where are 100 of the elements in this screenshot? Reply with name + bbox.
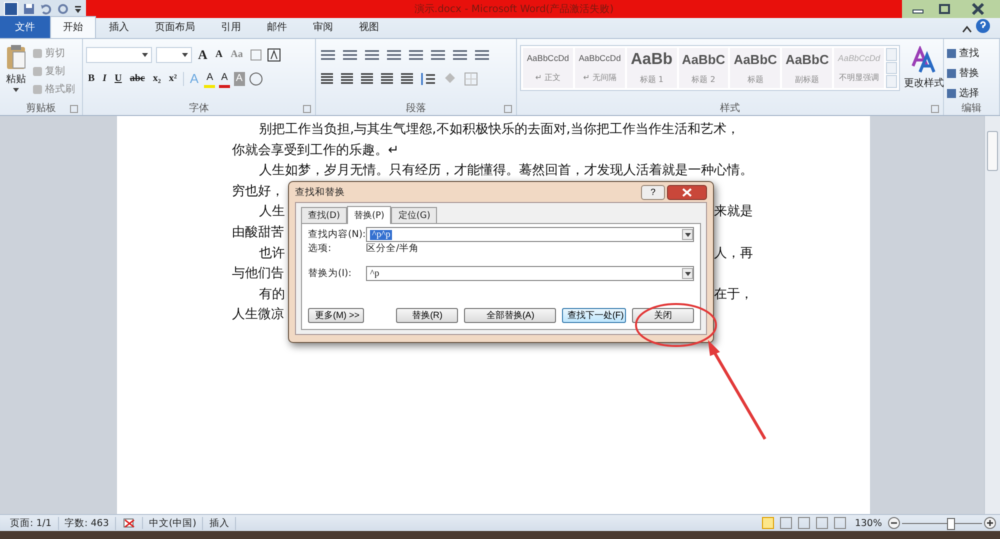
alignment-icon[interactable] [399,72,415,86]
field-label: 替换为(I): [308,267,352,280]
ribbon-tab[interactable]: 开始 [50,16,96,38]
replace-field[interactable]: ^p [366,266,694,281]
document-text: 别把工作当负担,与其生气埋怨,不如积极快乐的去面对,当你把工作当作生活和艺术， [259,121,740,139]
shrink-font-button[interactable]: A [213,48,225,62]
dialog-button[interactable]: 全部替换(A) [464,308,556,323]
format-button[interactable]: x² [166,72,179,86]
reading-view-icon[interactable] [780,517,792,529]
save-icon[interactable] [23,3,35,15]
style-option[interactable]: AaBbC 标题 2 [678,48,728,88]
dialog-tab[interactable]: 查找(D) [301,207,347,223]
style-option[interactable]: AaBbCcDd ↵ 无间隔 [574,48,625,88]
help-icon[interactable] [976,19,990,33]
document-text: 穷也好， [232,182,284,201]
document-text: 人生微凉 [232,306,284,324]
paragraph-tool-icon[interactable] [385,48,403,62]
window-title: 演示.docx - Microsoft Word(产品激活失败) [414,2,614,16]
editing-command[interactable]: 选择 [947,86,996,100]
font-size-field[interactable] [156,47,192,63]
document-text: 也许 [259,244,285,263]
word-logo-icon[interactable] [4,2,18,16]
dialog-button[interactable]: 关闭 [632,308,694,323]
alignment-icon[interactable] [359,72,375,86]
paragraph-tool-icon[interactable] [341,48,359,62]
paragraph-tool-icon[interactable] [407,48,425,62]
paragraph-tool-icon[interactable] [429,48,447,62]
help-button[interactable]: ? [641,184,665,200]
style-option[interactable]: AaBbCcDd ↵ 正文 [523,48,573,88]
close-icon[interactable] [682,188,692,196]
line-spacing-icon[interactable] [419,72,437,86]
document-text: 来就是 [714,203,753,222]
zoom-out-icon[interactable] [888,517,900,529]
editing-command[interactable]: 查找 [947,46,996,60]
font-color-button[interactable]: A [219,70,230,88]
ribbon-tab[interactable]: 邮件 [254,16,300,38]
ribbon-tab[interactable]: 页面布局 [142,16,208,38]
format-button[interactable]: I [100,72,109,86]
character-border-icon[interactable] [266,48,281,62]
vertical-scrollbar[interactable] [984,116,1000,514]
dialog-tab[interactable]: 定位(G) [391,207,438,223]
options-value: 区分全/半角 [366,242,420,254]
enclose-icon[interactable] [248,72,262,86]
web-layout-icon[interactable] [798,517,810,529]
highlight-button[interactable]: A [204,70,216,88]
field-label: 选项: [308,242,332,254]
dialog-tab[interactable]: 替换(P) [346,206,392,224]
ribbon-tab[interactable]: 引用 [208,16,254,38]
dropdown-arrow-icon [13,88,19,92]
insert-mode-status[interactable]: 插入 [203,516,236,530]
dialog-button[interactable]: 查找下一处(F) [562,308,626,323]
page-count[interactable]: 页面: 1/1 [4,516,59,530]
document-text: 你就会享受到工作的乐趣。↵ [232,142,399,160]
group-label: 编辑 [962,102,982,115]
paste-button[interactable]: 粘贴 [3,42,29,101]
zoom-slider[interactable] [902,517,982,529]
customize-icon[interactable] [74,3,82,15]
language-status[interactable]: 中文(中国) [142,516,204,530]
dialog-button[interactable]: 替换(R) [396,308,458,323]
group-label: 字体 [189,102,209,115]
format-button[interactable]: abc [128,72,147,86]
field-label: 查找内容(N): [308,228,366,241]
dialog-title: 查找和替换 [295,186,345,198]
group-label: 样式 [720,102,740,115]
group-label: 段落 [406,102,426,115]
paragraph-tool-icon[interactable] [473,48,491,62]
zoom-level[interactable]: 130% [848,518,888,528]
style-option[interactable]: AaBbC 标题 [730,48,780,88]
change-styles-icon [910,46,938,74]
change-styles-button[interactable]: 更改样式 [904,42,944,101]
outline-view-icon[interactable] [816,517,828,529]
ribbon-tab[interactable]: 视图 [346,16,392,38]
word-count[interactable]: 字数: 463 [58,516,116,530]
format-button[interactable]: x₂ [150,72,163,86]
paragraph-tool-icon[interactable] [319,48,337,62]
collapse-ribbon-icon[interactable] [962,25,972,33]
draft-view-icon[interactable] [834,517,846,529]
alignment-icon[interactable] [379,72,395,86]
editing-command[interactable]: 替换 [947,66,996,80]
alignment-icon[interactable] [319,72,335,86]
ribbon-tab[interactable]: 审阅 [300,16,346,38]
document-text: 由酸甜苦 [232,224,284,242]
style-option[interactable]: AaBb 标题 1 [626,48,677,88]
paragraph-tool-icon[interactable] [451,48,469,62]
zoom-in-icon[interactable] [984,517,996,529]
alignment-icon[interactable] [339,72,355,86]
ribbon-tab[interactable]: 插入 [96,16,142,38]
paragraph-tool-icon[interactable] [363,48,381,62]
grow-font-button[interactable]: A [196,48,210,62]
undo-icon[interactable] [40,3,52,15]
close-button[interactable] [667,184,707,200]
find-field[interactable]: ^p^p [366,227,694,242]
font-name-field[interactable] [86,47,152,63]
document-text: 在于， [714,286,753,304]
zoom-slider-thumb[interactable] [947,518,955,530]
ribbon-tab[interactable]: 文件 [0,16,50,38]
style-option[interactable]: AaBbC 副标题 [782,48,832,88]
dialog-button[interactable]: 更多(M) >> [308,308,364,323]
format-button[interactable]: U [112,72,124,86]
format-button[interactable]: B [86,72,97,86]
